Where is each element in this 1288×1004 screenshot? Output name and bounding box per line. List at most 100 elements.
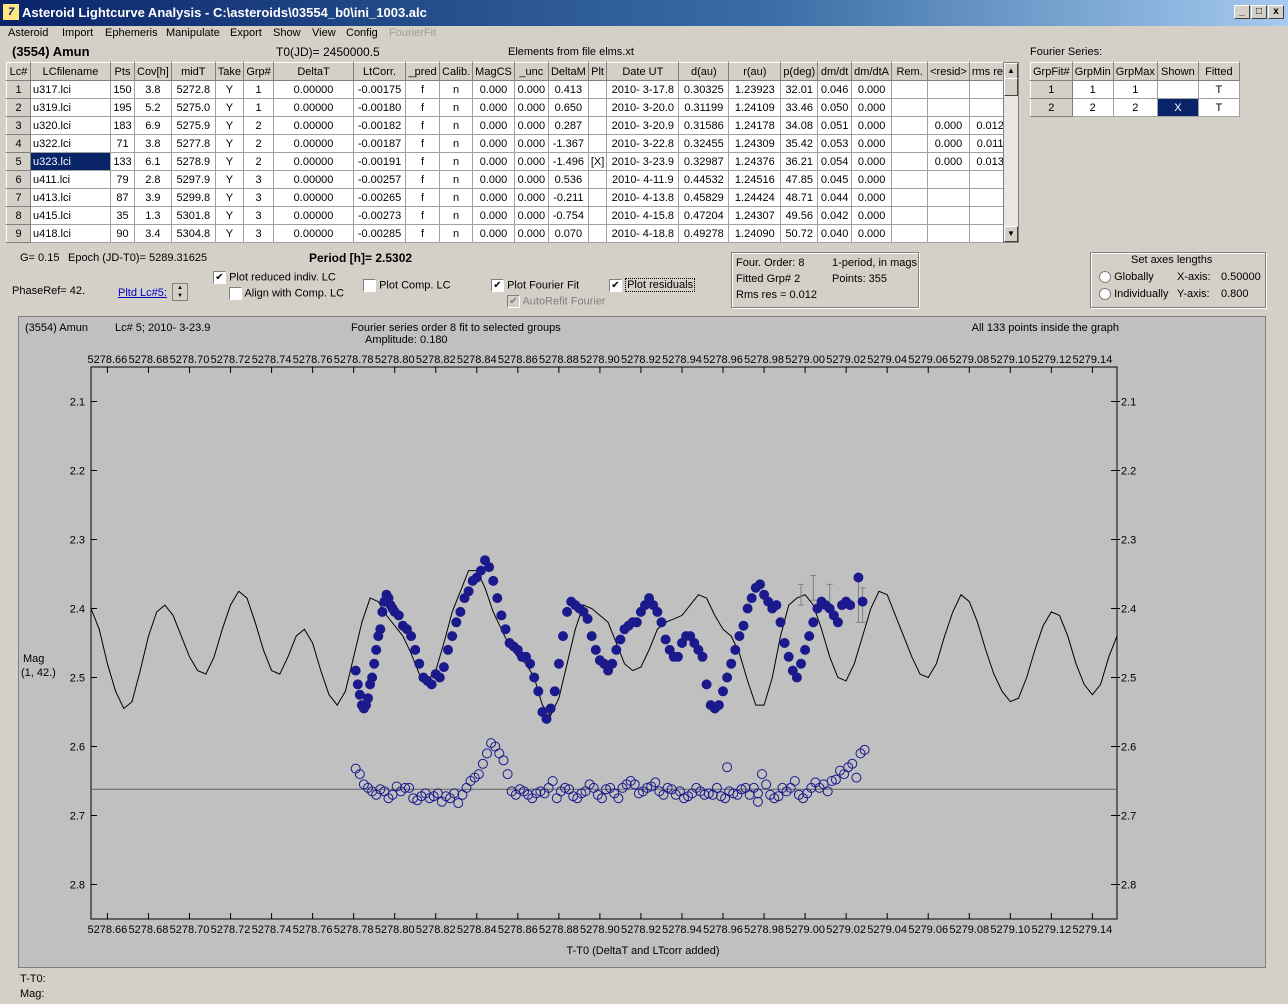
table-cell[interactable]: 1: [6, 80, 31, 99]
table-cell[interactable]: 0.000: [472, 134, 515, 153]
table-cell[interactable]: n: [439, 134, 474, 153]
table-row[interactable]: 9 u418.lci 90 3.4 5304.8 Y 3 0.00000 -0.00285 f n 0…: [6, 224, 1012, 243]
table-cell[interactable]: 0.000: [851, 224, 893, 243]
col-header[interactable]: Pts: [110, 62, 135, 81]
table-cell[interactable]: -0.754: [547, 206, 589, 225]
col-header[interactable]: Take: [214, 62, 245, 81]
col-header[interactable]: DeltaT: [273, 62, 355, 81]
table-cell[interactable]: 7: [6, 188, 31, 207]
table-cell[interactable]: 1.23923: [728, 80, 782, 99]
table-cell[interactable]: 0.00000: [273, 170, 355, 189]
table-cell[interactable]: 2010- 3-20.9: [606, 116, 680, 135]
table-cell[interactable]: 2: [243, 134, 275, 153]
table-row[interactable]: 3 u320.lci 183 6.9 5275.9 Y 2 0.00000 -0.00182 f n…: [6, 116, 1012, 135]
menu-ephemeris[interactable]: Ephemeris: [105, 27, 158, 39]
table-cell[interactable]: 0.044: [817, 188, 853, 207]
globally-radio[interactable]: Globally: [1099, 271, 1154, 284]
table-cell[interactable]: 0.00000: [273, 134, 355, 153]
fourier-series-table[interactable]: GrpFit# GrpMin GrpMax Shown Fitted 111T222XT: [1030, 62, 1240, 117]
table-cell[interactable]: f: [405, 170, 441, 189]
table-row[interactable]: 6 u411.lci 79 2.8 5297.9 Y 3 0.00000 -0.00257 f n 0…: [6, 170, 1012, 189]
fourier-col-header[interactable]: GrpMin: [1071, 62, 1114, 81]
table-cell[interactable]: 0.000: [851, 152, 893, 171]
table-row[interactable]: 8 u415.lci 35 1.3 5301.8 Y 3 0.00000 -0.00273 f n 0…: [6, 206, 1012, 225]
fourier-cell[interactable]: X: [1156, 98, 1199, 117]
table-cell[interactable]: 0.287: [547, 116, 589, 135]
individually-radio[interactable]: Individually: [1099, 288, 1168, 301]
table-cell[interactable]: 33.46: [780, 98, 819, 117]
plot-fourier-checkbox[interactable]: ✔ Plot Fourier Fit: [491, 279, 579, 292]
table-cell[interactable]: 5304.8: [170, 224, 216, 243]
table-cell[interactable]: 36.21: [780, 152, 819, 171]
table-cell[interactable]: n: [439, 170, 474, 189]
col-header[interactable]: DeltaM: [547, 62, 589, 81]
table-cell[interactable]: 0.000: [472, 80, 515, 99]
table-cell[interactable]: 90: [110, 224, 135, 243]
table-cell[interactable]: Y: [214, 116, 245, 135]
table-cell[interactable]: 0.053: [817, 134, 853, 153]
lc-spinner[interactable]: ▲ ▼: [172, 283, 188, 301]
table-cell[interactable]: 0.00000: [273, 224, 355, 243]
table-cell[interactable]: 2010- 3-22.8: [606, 134, 680, 153]
table-cell[interactable]: 0.00000: [273, 116, 355, 135]
table-cell[interactable]: 0.49278: [678, 224, 730, 243]
table-cell[interactable]: 0.046: [817, 80, 853, 99]
table-cell[interactable]: 0.47204: [678, 206, 730, 225]
table-cell[interactable]: 3: [243, 188, 275, 207]
table-row[interactable]: 4 u322.lci 71 3.8 5277.8 Y 2 0.00000 -0.00187 f n 0…: [6, 134, 1012, 153]
table-cell[interactable]: 35.42: [780, 134, 819, 153]
fourier-cell[interactable]: 1: [1112, 80, 1158, 99]
table-cell[interactable]: 0.000: [927, 152, 970, 171]
table-cell[interactable]: -0.211: [547, 188, 589, 207]
table-cell[interactable]: Y: [214, 134, 245, 153]
table-cell[interactable]: 2.8: [134, 170, 172, 189]
table-cell[interactable]: u319.lci: [30, 98, 111, 117]
table-cell[interactable]: -0.00182: [353, 116, 407, 135]
table-cell[interactable]: 0.054: [817, 152, 853, 171]
table-cell[interactable]: 0.070: [547, 224, 589, 243]
table-cell[interactable]: u418.lci: [30, 224, 111, 243]
table-cell[interactable]: 0.040: [817, 224, 853, 243]
table-cell[interactable]: 0.000: [513, 152, 549, 171]
table-cell[interactable]: [891, 224, 929, 243]
table-cell[interactable]: 0.000: [851, 206, 893, 225]
table-cell[interactable]: Y: [214, 224, 245, 243]
table-cell[interactable]: 6.1: [134, 152, 172, 171]
table-cell[interactable]: 0.30325: [678, 80, 730, 99]
fourier-col-header[interactable]: GrpFit#: [1030, 62, 1073, 81]
table-cell[interactable]: 3.9: [134, 188, 172, 207]
table-cell[interactable]: 0.00000: [273, 188, 355, 207]
fourier-col-header[interactable]: GrpMax: [1112, 62, 1158, 81]
table-cell[interactable]: Y: [214, 80, 245, 99]
fourier-cell[interactable]: T: [1197, 98, 1240, 117]
table-cell[interactable]: 150: [110, 80, 135, 99]
table-cell[interactable]: 34.08: [780, 116, 819, 135]
table-cell[interactable]: [X]: [587, 152, 608, 171]
table-cell[interactable]: 5.2: [134, 98, 172, 117]
menu-config[interactable]: Config: [346, 27, 378, 39]
table-cell[interactable]: 0.00000: [273, 152, 355, 171]
table-cell[interactable]: n: [439, 116, 474, 135]
table-cell[interactable]: [587, 98, 608, 117]
col-header[interactable]: midT: [170, 62, 216, 81]
table-cell[interactable]: -0.00273: [353, 206, 407, 225]
fourier-cell[interactable]: [1156, 80, 1199, 99]
table-cell[interactable]: 0.000: [851, 98, 893, 117]
table-cell[interactable]: 133: [110, 152, 135, 171]
table-cell[interactable]: Y: [214, 206, 245, 225]
table-cell[interactable]: n: [439, 152, 474, 171]
table-cell[interactable]: -0.00265: [353, 188, 407, 207]
table-cell[interactable]: 0.00000: [273, 206, 355, 225]
table-cell[interactable]: 87: [110, 188, 135, 207]
table-cell[interactable]: u415.lci: [30, 206, 111, 225]
table-cell[interactable]: 0.050: [817, 98, 853, 117]
table-cell[interactable]: -0.00285: [353, 224, 407, 243]
table-cell[interactable]: 8: [6, 206, 31, 225]
table-cell[interactable]: 49.56: [780, 206, 819, 225]
col-header[interactable]: dm/dt: [817, 62, 853, 81]
table-cell[interactable]: 183: [110, 116, 135, 135]
table-cell[interactable]: 3.8: [134, 80, 172, 99]
table-cell[interactable]: f: [405, 116, 441, 135]
table-cell[interactable]: 0.000: [851, 134, 893, 153]
table-cell[interactable]: 71: [110, 134, 135, 153]
